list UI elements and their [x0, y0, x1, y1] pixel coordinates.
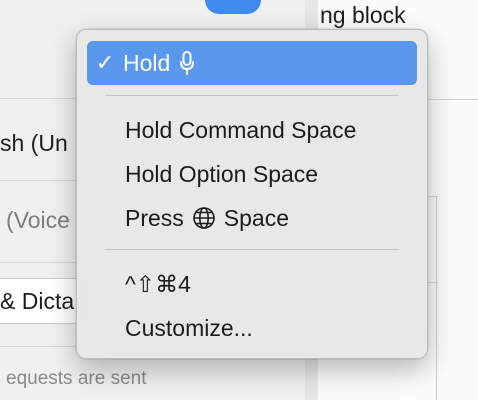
menu-item-press-globe-space[interactable]: Press Space [87, 196, 417, 240]
menu-item-label: Hold Command Space [125, 116, 357, 143]
menu-separator [105, 95, 399, 96]
side-panel-divider [436, 196, 437, 400]
menu-item-hold-option-space[interactable]: Hold Option Space [87, 152, 417, 196]
menu-item-customize[interactable]: Customize... [87, 306, 417, 350]
menu-item-hold-command-space[interactable]: Hold Command Space [87, 108, 417, 152]
voice-popup-value[interactable]: (Voice [6, 207, 70, 234]
menu-item-label: Customize... [125, 314, 253, 341]
toggle-switch[interactable] [205, 0, 261, 14]
menu-item-label: Hold Option Space [125, 160, 319, 187]
menu-item-text: Press [125, 204, 184, 231]
menu-separator [105, 249, 399, 250]
microphone-icon [180, 51, 195, 75]
menu-item-hold[interactable]: ✓ Hold [87, 41, 417, 85]
globe-icon [192, 206, 216, 230]
menu-item-ctrl-shift-cmd-4[interactable]: ^⇧⌘4 [87, 262, 417, 306]
menu-item-label: Hold [123, 49, 195, 77]
footnote-text: equests are sent [6, 368, 147, 389]
menu-item-label: ^⇧⌘4 [125, 270, 191, 297]
settings-button-label: & Dicta [0, 288, 75, 314]
menu-item-text: Hold [123, 49, 171, 76]
checkmark-icon: ✓ [95, 50, 115, 75]
shortcut-popup-menu: ✓ Hold Hold Command Space Hold Option Sp… [76, 29, 428, 359]
language-popup-value[interactable]: sh (Un [0, 130, 68, 157]
menu-item-label: Press Space [87, 205, 289, 232]
side-panel-text: ng block [320, 2, 406, 28]
menu-item-text: Space [223, 204, 290, 231]
